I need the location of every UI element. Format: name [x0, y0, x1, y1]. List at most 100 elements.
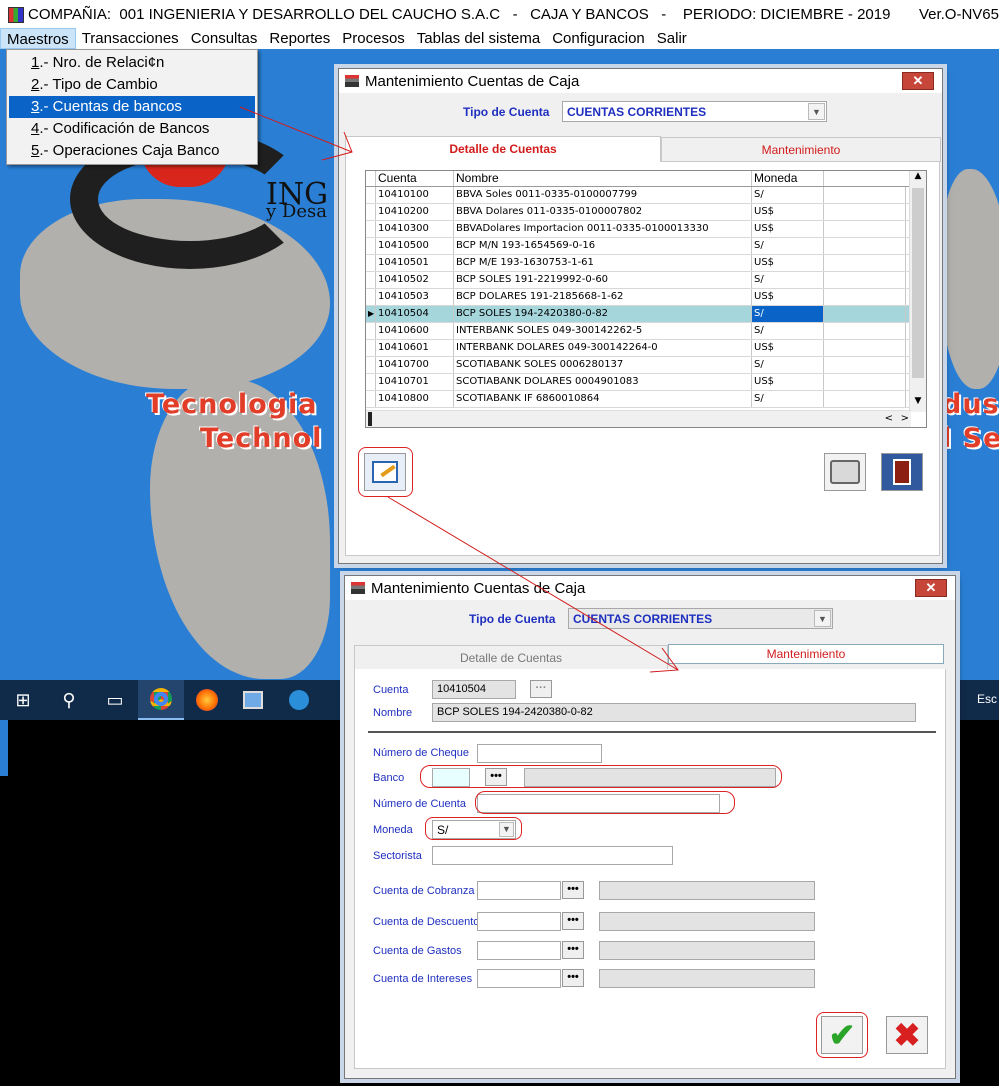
cell-cuenta: 10410800 [376, 391, 454, 407]
exit-button[interactable] [881, 453, 923, 491]
network-app-icon[interactable] [230, 680, 276, 720]
win2-tab-mantenimiento[interactable]: Mantenimiento [668, 644, 944, 664]
table-row[interactable]: 10410701 SCOTIABANK DOLARES 0004901083 US$ [366, 374, 926, 391]
cell-moneda: US$ [752, 255, 824, 271]
row-indicator [366, 238, 376, 254]
row-indicator [366, 391, 376, 407]
cuenta-descuento-field[interactable] [477, 912, 561, 931]
scroll-right-icon[interactable]: > [901, 413, 909, 424]
sectorista-label: Sectorista [373, 850, 422, 862]
grid-col-cuenta[interactable]: Cuenta [376, 171, 454, 186]
print-button[interactable] [824, 453, 866, 491]
cancel-button[interactable]: ✖ [886, 1016, 928, 1054]
cell-empty [824, 357, 906, 373]
chevron-down-icon[interactable]: ▼ [808, 103, 825, 120]
menu-procesos[interactable]: Procesos [336, 28, 411, 49]
slogan-line2: Technol [200, 423, 323, 454]
row-indicator [366, 340, 376, 356]
numero-cheque-label: Número de Cheque [373, 747, 470, 759]
menu-item-cuentas-bancos[interactable]: 3.- Cuentas de bancos [9, 96, 255, 118]
scroll-down-icon[interactable]: ▼ [910, 396, 926, 412]
window1-close-button[interactable]: ✕ [902, 72, 934, 90]
table-row[interactable]: 10410503 BCP DOLARES 191-2185668-1-62 US$ [366, 289, 926, 306]
cell-cuenta: 10410100 [376, 187, 454, 203]
win1-tab-mantenimiento[interactable]: Mantenimiento [661, 137, 941, 162]
cuentas-grid[interactable]: Cuenta Nombre Moneda 10410100 BBVA Soles … [365, 170, 927, 428]
cell-empty [824, 272, 906, 288]
menu-item-operaciones-caja-banco[interactable]: 5.- Operaciones Caja Banco [7, 140, 257, 162]
edge-icon[interactable] [276, 680, 322, 720]
table-row[interactable]: 10410100 BBVA Soles 0011-0335-0100007799 S… [366, 187, 926, 204]
cuenta-gastos-lookup[interactable]: ••• [562, 941, 584, 959]
cuenta-gastos-field[interactable] [477, 941, 561, 960]
menu-tablas-del-sistema[interactable]: Tablas del sistema [411, 28, 546, 49]
menu-reportes[interactable]: Reportes [263, 28, 336, 49]
cell-nombre: INTERBANK SOLES 049-300142262-5 [454, 323, 752, 339]
menu-item-codificacion-bancos[interactable]: 4.- Codificación de Bancos [7, 118, 257, 140]
menu-consultas[interactable]: Consultas [185, 28, 264, 49]
grid-header: Cuenta Nombre Moneda [366, 171, 926, 187]
row-indicator [366, 272, 376, 288]
cuenta-intereses-lookup[interactable]: ••• [562, 969, 584, 987]
menu-item-nro-relacion[interactable]: 1.- Nro. de Relaci¢n [7, 52, 257, 74]
menu-item-tipo-cambio[interactable]: 2.- Tipo de Cambio [7, 74, 257, 96]
table-row[interactable]: 10410200 BBVA Dolares 011-0335-0100007802… [366, 204, 926, 221]
scroll-up-icon[interactable]: ▲ [910, 171, 926, 187]
win1-tab-detalle[interactable]: Detalle de Cuentas [345, 136, 661, 162]
win1-tipo-cuenta-label: Tipo de Cuenta [463, 105, 550, 119]
cell-nombre: BBVA Soles 0011-0335-0100007799 [454, 187, 752, 203]
menu-maestros[interactable]: Maestros [0, 28, 76, 49]
numero-cuenta-label: Número de Cuenta [373, 798, 466, 810]
cell-empty [824, 340, 906, 356]
maestros-dropdown: 1.- Nro. de Relaci¢n 2.- Tipo de Cambio … [6, 49, 258, 165]
cuenta-descuento-lookup[interactable]: ••• [562, 912, 584, 930]
cuenta-intereses-label: Cuenta de Intereses [373, 973, 473, 985]
cell-moneda: S/ [752, 391, 824, 407]
table-row[interactable]: 10410501 BCP M/E 193-1630753-1-61 US$ [366, 255, 926, 272]
cuenta-lookup-button: ··· [530, 680, 552, 698]
win2-tab-detalle[interactable]: Detalle de Cuentas [354, 645, 668, 670]
table-row[interactable]: 10410800 SCOTIABANK IF 6860010864 S/ [366, 391, 926, 408]
menu-transacciones[interactable]: Transacciones [76, 28, 185, 49]
cell-empty [824, 221, 906, 237]
cell-nombre: BCP DOLARES 191-2185668-1-62 [454, 289, 752, 305]
cell-cuenta: 10410503 [376, 289, 454, 305]
scroll-thumb[interactable] [912, 188, 924, 378]
menu-salir[interactable]: Salir [651, 28, 693, 49]
table-row[interactable]: 10410502 BCP SOLES 191-2219992-0-60 S/ [366, 272, 926, 289]
cuenta-cobranza-field[interactable] [477, 881, 561, 900]
table-row[interactable]: 10410601 INTERBANK DOLARES 049-300142264-… [366, 340, 926, 357]
grid-indicator-header [366, 171, 376, 186]
win1-tipo-cuenta-select[interactable]: CUENTAS CORRIENTES ▼ [562, 101, 827, 122]
window1-title: Mantenimiento Cuentas de Caja [365, 72, 580, 90]
task-view-icon[interactable]: ▭ [92, 680, 138, 720]
cuenta-intereses-field[interactable] [477, 969, 561, 988]
table-row[interactable]: 10410500 BCP M/N 193-1654569-0-16 S/ [366, 238, 926, 255]
table-row[interactable]: 10410300 BBVADolares Importacion 0011-033… [366, 221, 926, 238]
row-indicator [366, 187, 376, 203]
sectorista-field[interactable] [432, 846, 673, 865]
cuenta-field: 10410504 [432, 680, 516, 699]
hscroll-thumb[interactable] [368, 412, 372, 426]
grid-vertical-scrollbar[interactable]: ▲ ▼ [909, 171, 926, 412]
grid-body: 10410100 BBVA Soles 0011-0335-0100007799 S… [366, 187, 926, 408]
grid-horizontal-scrollbar[interactable]: < > [366, 410, 911, 427]
table-row[interactable]: 10410700 SCOTIABANK SOLES 0006280137 S/ [366, 357, 926, 374]
firefox-icon[interactable] [184, 680, 230, 720]
scroll-left-icon[interactable]: < [885, 413, 893, 424]
numero-cheque-field[interactable] [477, 744, 602, 763]
chrome-icon[interactable] [138, 680, 184, 720]
cell-cuenta: 10410200 [376, 204, 454, 220]
cuenta-cobranza-lookup[interactable]: ••• [562, 881, 584, 899]
cell-cuenta: 10410500 [376, 238, 454, 254]
windows-start-icon[interactable]: ⊞ [0, 680, 46, 720]
highlight-oval-banco [420, 765, 782, 788]
slogan-line1-right: dus [942, 389, 999, 420]
grid-col-nombre[interactable]: Nombre [454, 171, 752, 186]
table-row[interactable]: ▶ 10410504 BCP SOLES 194-2420380-0-82 S/ [366, 306, 926, 323]
search-icon[interactable]: ⚲ [46, 680, 92, 720]
grid-col-moneda[interactable]: Moneda [752, 171, 824, 186]
menu-configuracion[interactable]: Configuracion [546, 28, 651, 49]
table-row[interactable]: 10410600 INTERBANK SOLES 049-300142262-5 S… [366, 323, 926, 340]
window2-close-button[interactable]: ✕ [915, 579, 947, 597]
